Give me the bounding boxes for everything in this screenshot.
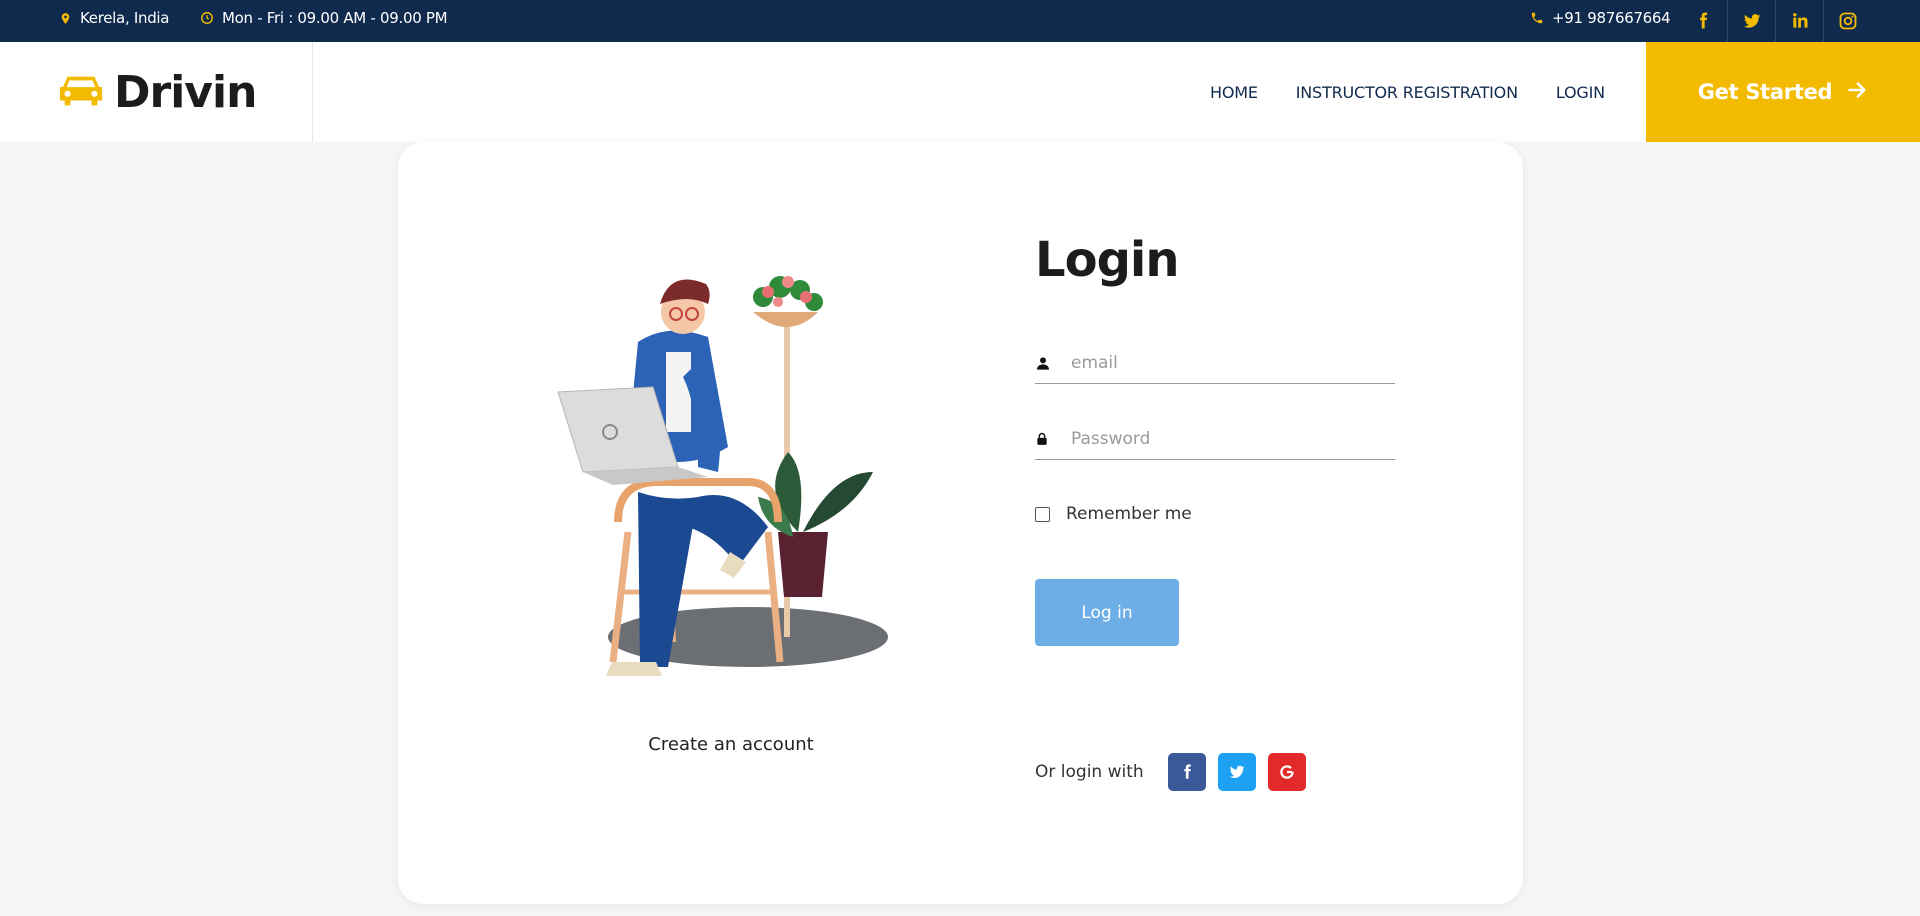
brand-logo[interactable]: Drivin — [0, 42, 313, 142]
social-links — [1679, 0, 1871, 42]
login-card: Create an account Login Remember me Log … — [398, 142, 1523, 904]
top-info-bar: Kerela, India Mon - Fri : 09.00 AM - 09.… — [0, 0, 1920, 42]
phone-info: +91 987667664 — [1530, 0, 1671, 36]
facebook-login-button[interactable] — [1167, 753, 1206, 791]
instagram-link[interactable] — [1823, 0, 1871, 42]
nav-links: HOME INSTRUCTOR REGISTRATION LOGIN — [1210, 42, 1643, 142]
nav-home[interactable]: HOME — [1210, 83, 1258, 102]
get-started-button[interactable]: Get Started — [1646, 42, 1920, 142]
hours-info: Mon - Fri : 09.00 AM - 09.00 PM — [200, 0, 448, 36]
clock-icon — [200, 11, 214, 25]
map-pin-icon — [58, 11, 72, 25]
email-input[interactable] — [1071, 352, 1371, 373]
get-started-label: Get Started — [1697, 80, 1833, 104]
brand-name: Drivin — [114, 66, 257, 118]
linkedin-link[interactable] — [1775, 0, 1823, 42]
social-login-row: Or login with — [1035, 752, 1318, 792]
person-with-laptop-illustration — [557, 276, 888, 676]
google-login-button[interactable] — [1267, 753, 1306, 791]
nav-login[interactable]: LOGIN — [1556, 83, 1605, 102]
phone-text: +91 987667664 — [1552, 9, 1671, 27]
create-account-link[interactable]: Create an account — [398, 734, 1064, 755]
facebook-icon — [1700, 12, 1708, 29]
twitter-login-button[interactable] — [1217, 753, 1256, 791]
remember-me: Remember me — [1035, 504, 1192, 524]
twitter-link[interactable] — [1727, 0, 1775, 42]
instagram-icon — [1839, 12, 1856, 30]
login-button[interactable]: Log in — [1035, 579, 1179, 646]
nav-instructor-registration[interactable]: INSTRUCTOR REGISTRATION — [1296, 83, 1518, 102]
remember-me-checkbox[interactable] — [1035, 506, 1050, 522]
phone-icon — [1530, 11, 1544, 25]
remember-me-label[interactable]: Remember me — [1066, 504, 1192, 524]
linkedin-icon — [1792, 13, 1807, 28]
car-icon — [58, 72, 104, 112]
password-input[interactable] — [1071, 428, 1371, 449]
twitter-icon — [1743, 14, 1760, 28]
user-icon — [1035, 355, 1071, 371]
google-icon — [1279, 765, 1294, 779]
password-field — [1035, 418, 1395, 460]
hours-text: Mon - Fri : 09.00 AM - 09.00 PM — [222, 9, 448, 27]
main-navbar: Drivin HOME INSTRUCTOR REGISTRATION LOGI… — [0, 42, 1920, 142]
location-info: Kerela, India — [58, 0, 170, 36]
facebook-icon — [1184, 764, 1191, 779]
arrow-right-icon — [1846, 79, 1868, 106]
location-text: Kerela, India — [80, 9, 170, 27]
lock-icon — [1035, 432, 1071, 446]
login-title: Login — [1035, 232, 1180, 288]
twitter-icon — [1229, 765, 1245, 779]
facebook-link[interactable] — [1679, 0, 1727, 42]
email-field — [1035, 342, 1395, 384]
or-login-with-label: Or login with — [1035, 762, 1144, 782]
